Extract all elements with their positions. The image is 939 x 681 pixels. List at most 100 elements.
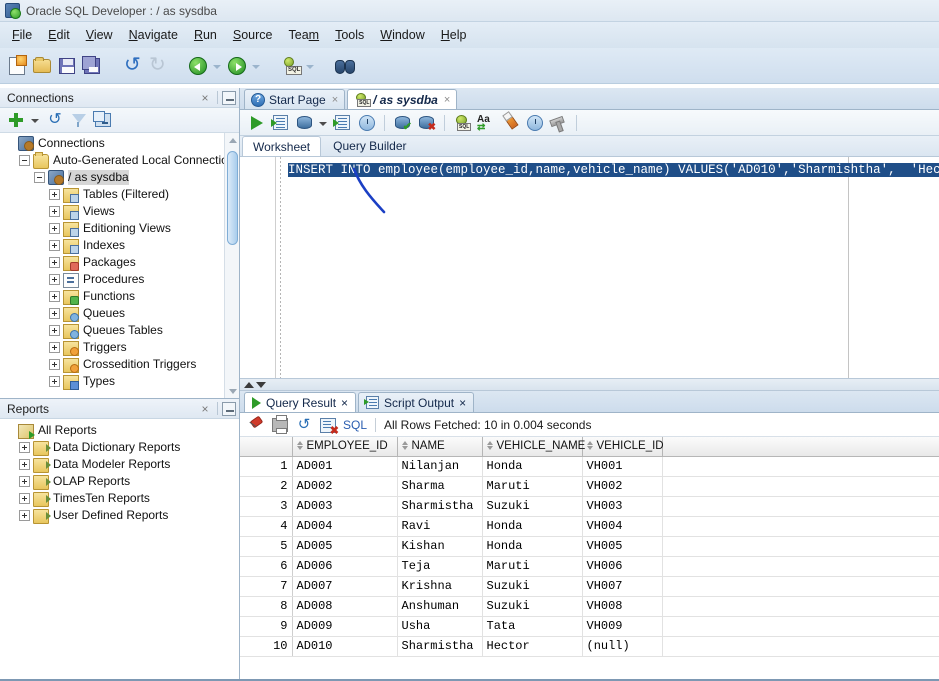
table-row[interactable]: 10AD010SharmisthaHector(null)	[240, 636, 939, 656]
tree-node[interactable]: User Defined Reports	[0, 507, 239, 524]
expand-icon[interactable]	[49, 189, 60, 200]
find-button[interactable]	[334, 55, 356, 77]
tree-node[interactable]: Functions	[0, 288, 223, 305]
cell-vehicle-id[interactable]: VH009	[582, 616, 662, 636]
expand-icon[interactable]	[49, 342, 60, 353]
expand-icon[interactable]	[49, 274, 60, 285]
cell-vehicle-id[interactable]: VH005	[582, 536, 662, 556]
row-number[interactable]: 5	[240, 536, 292, 556]
cell-vehicle-name[interactable]: Honda	[482, 536, 582, 556]
scrollbar-thumb[interactable]	[227, 151, 238, 245]
cell-employee-id[interactable]: AD003	[292, 496, 397, 516]
rollback-button[interactable]	[356, 112, 377, 133]
close-icon[interactable]: ×	[332, 94, 338, 106]
column-header-name[interactable]: NAME	[397, 437, 482, 456]
tree-node[interactable]: / as sysdba	[0, 169, 223, 186]
cell-name[interactable]: Anshuman	[397, 596, 482, 616]
autocommit-dropdown[interactable]	[318, 113, 329, 133]
table-row[interactable]: 4AD004RaviHondaVH004	[240, 516, 939, 536]
menu-file[interactable]: File	[4, 25, 40, 45]
navigate-forward-dropdown[interactable]	[251, 55, 262, 77]
cell-vehicle-name[interactable]: Honda	[482, 516, 582, 536]
cell-employee-id[interactable]: AD009	[292, 616, 397, 636]
table-row[interactable]: 3AD003SharmisthaSuzukiVH003	[240, 496, 939, 516]
sql-history-button[interactable]	[524, 112, 545, 133]
menu-window[interactable]: Window	[372, 25, 432, 45]
expand-icon[interactable]	[49, 257, 60, 268]
menu-run[interactable]: Run	[186, 25, 225, 45]
new-sql-connection-button[interactable]	[280, 55, 302, 77]
tree-node[interactable]: Types	[0, 373, 223, 390]
cell-vehicle-id[interactable]: (null)	[582, 636, 662, 656]
table-row[interactable]: 1AD001NilanjanHondaVH001	[240, 456, 939, 476]
cell-vehicle-id[interactable]: VH004	[582, 516, 662, 536]
table-row[interactable]: 7AD007KrishnaSuzukiVH007	[240, 576, 939, 596]
open-file-button[interactable]	[32, 55, 54, 77]
tree-node[interactable]: TimesTen Reports	[0, 490, 239, 507]
cell-name[interactable]: Sharma	[397, 476, 482, 496]
expand-icon[interactable]	[49, 308, 60, 319]
table-row[interactable]: 6AD006TejaMarutiVH006	[240, 556, 939, 576]
run-script-button[interactable]	[270, 112, 291, 133]
expand-icon[interactable]	[19, 476, 30, 487]
new-sql-connection-dropdown[interactable]	[305, 55, 316, 77]
clear-button[interactable]	[500, 112, 521, 133]
cell-vehicle-name[interactable]: Honda	[482, 456, 582, 476]
new-connection-button[interactable]	[6, 110, 26, 130]
menu-help[interactable]: Help	[433, 25, 475, 45]
minimize-icon[interactable]	[222, 402, 236, 416]
table-row[interactable]: 2AD002SharmaMarutiVH002	[240, 476, 939, 496]
tree-node[interactable]: Triggers	[0, 339, 223, 356]
autocommit-button[interactable]	[294, 112, 315, 133]
tree-node[interactable]: Views	[0, 203, 223, 220]
menu-view[interactable]: View	[78, 25, 121, 45]
cell-vehicle-name[interactable]: Suzuki	[482, 596, 582, 616]
cell-employee-id[interactable]: AD002	[292, 476, 397, 496]
close-icon[interactable]: ×	[197, 401, 213, 417]
cell-vehicle-id[interactable]: VH008	[582, 596, 662, 616]
row-number[interactable]: 1	[240, 456, 292, 476]
row-number[interactable]: 7	[240, 576, 292, 596]
tree-node[interactable]: Indexes	[0, 237, 223, 254]
cell-vehicle-id[interactable]: VH007	[582, 576, 662, 596]
filter-button[interactable]	[69, 110, 89, 130]
navigate-back-dropdown[interactable]	[212, 55, 223, 77]
collapse-icon[interactable]	[19, 155, 30, 166]
menu-tools[interactable]: Tools	[327, 25, 372, 45]
splitter-up-icon[interactable]	[244, 382, 254, 388]
cell-name[interactable]: Usha	[397, 616, 482, 636]
stop-fetch-button[interactable]	[319, 416, 337, 434]
close-icon[interactable]: ×	[197, 90, 213, 106]
cell-vehicle-name[interactable]: Maruti	[482, 556, 582, 576]
cell-vehicle-id[interactable]: VH003	[582, 496, 662, 516]
collapse-all-button[interactable]	[93, 110, 113, 130]
menu-team[interactable]: Team	[281, 25, 328, 45]
tree-node[interactable]: Data Modeler Reports	[0, 456, 239, 473]
navigate-back-button[interactable]	[187, 55, 209, 77]
subtab-worksheet[interactable]: Worksheet	[242, 136, 321, 156]
cell-vehicle-name[interactable]: Suzuki	[482, 496, 582, 516]
tab-as-sysdba[interactable]: / as sysdba ×	[347, 89, 457, 109]
subtab-query-builder[interactable]: Query Builder	[323, 136, 416, 156]
tab-script-output[interactable]: Script Output ×	[358, 392, 474, 412]
sql-editor[interactable]: INSERT INTO employee(employee_id,name,ve…	[240, 157, 939, 379]
row-number[interactable]: 6	[240, 556, 292, 576]
expand-icon[interactable]	[49, 206, 60, 217]
format-button[interactable]	[548, 112, 569, 133]
reports-tree[interactable]: All ReportsData Dictionary ReportsData M…	[0, 419, 239, 681]
expand-icon[interactable]	[19, 442, 30, 453]
column-header-vehicle-name[interactable]: VEHICLE_NAME	[482, 437, 582, 456]
scroll-down-icon[interactable]	[225, 384, 239, 398]
tree-node[interactable]: Packages	[0, 254, 223, 271]
cell-vehicle-id[interactable]: VH001	[582, 456, 662, 476]
tree-node[interactable]: All Reports	[0, 422, 239, 439]
cell-employee-id[interactable]: AD007	[292, 576, 397, 596]
table-row[interactable]: 9AD009UshaTataVH009	[240, 616, 939, 636]
row-number[interactable]: 8	[240, 596, 292, 616]
connections-scrollbar[interactable]	[224, 133, 239, 398]
expand-icon[interactable]	[49, 376, 60, 387]
row-number[interactable]: 2	[240, 476, 292, 496]
expand-icon[interactable]	[49, 240, 60, 251]
cell-vehicle-name[interactable]: Hector	[482, 636, 582, 656]
save-button[interactable]	[57, 55, 79, 77]
